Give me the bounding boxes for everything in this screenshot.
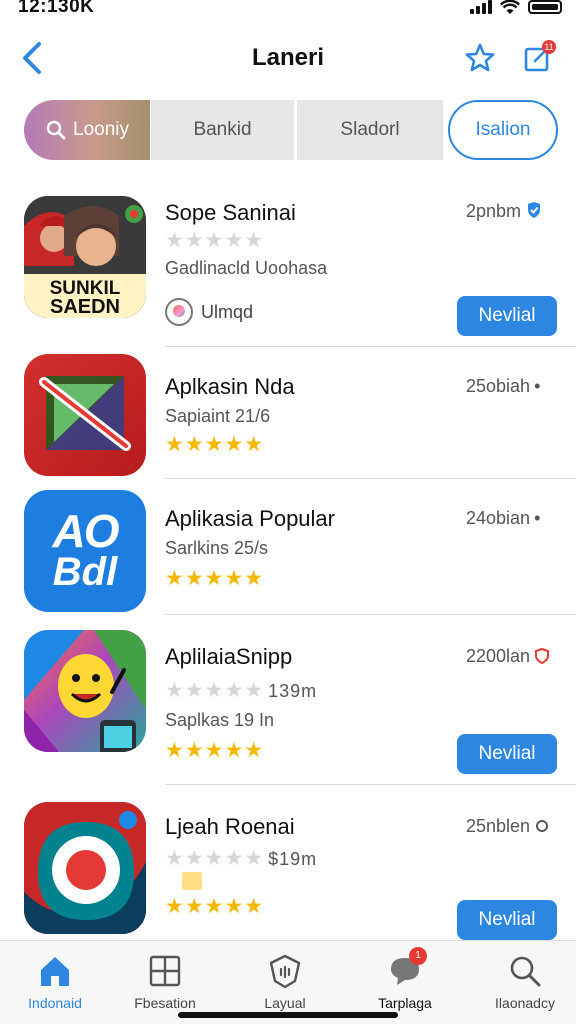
- install-button[interactable]: Nevlial: [457, 900, 557, 940]
- divider: [165, 614, 576, 615]
- star-rating: ★★★★★ $19m: [165, 847, 318, 870]
- list-item[interactable]: SUNKIL SAEDN Sope Saninai 2pnbm ★★★★★ Ga…: [0, 194, 576, 347]
- app-icon-artwork: [24, 630, 146, 752]
- app-subtitle: Sapiaint 21/6: [165, 406, 271, 426]
- status-time: 12:130K: [18, 0, 95, 17]
- app-subtitle: Saplkas 19 In: [165, 710, 275, 730]
- nav-label: Fbesation: [134, 995, 196, 1011]
- app-subtitle: Sarlkins 25/s: [165, 538, 269, 558]
- favorite-button[interactable]: [460, 38, 500, 78]
- app-icon-artwork: [24, 802, 146, 934]
- star-rating: ★★★★★: [165, 229, 265, 252]
- app-meta-text: 2pnbm: [466, 201, 522, 221]
- developer-avatar: [165, 298, 193, 326]
- divider: [165, 478, 576, 479]
- app-icon: AO Bdl: [24, 490, 146, 612]
- app-name: Ljeah Roenai: [165, 814, 295, 839]
- star-rating: ★★★★★ 139m: [165, 679, 318, 702]
- verified-icon: [528, 202, 541, 218]
- star-rating: ★★★★★: [165, 567, 265, 590]
- nav-label: Tarplaga: [378, 995, 432, 1011]
- nav-badge: 1: [409, 947, 427, 965]
- app-icon: [24, 802, 146, 934]
- divider: [165, 346, 576, 347]
- star-rating: ★★★★★: [165, 739, 265, 762]
- dot-icon: •: [534, 508, 541, 528]
- app-meta-text: 25obiah: [466, 376, 531, 396]
- app-meta-text: 2200lan: [466, 646, 531, 666]
- nav-item-home[interactable]: Indonaid: [0, 949, 110, 1019]
- status-icons: [470, 0, 562, 16]
- app-icon: [24, 354, 146, 476]
- nav-item-search[interactable]: Ilaonadcy: [470, 949, 576, 1019]
- wifi-icon: [500, 0, 520, 14]
- circle-icon: [536, 820, 549, 832]
- tab-bankid[interactable]: Bankid: [150, 100, 294, 160]
- app-price: $19m: [268, 849, 318, 869]
- app-meta: 2pnbm: [466, 201, 542, 222]
- nav-item-browse[interactable]: Fbesation: [110, 949, 220, 1019]
- app-name: Sope Saninai: [165, 200, 296, 225]
- app-meta: 2200lan: [466, 646, 550, 667]
- install-button[interactable]: Nevlial: [457, 296, 557, 336]
- chat-icon-wrap: 1: [387, 947, 427, 989]
- tab-isalion[interactable]: Isalion: [448, 100, 558, 160]
- search-icon: [46, 120, 66, 140]
- shield-badge-icon: [535, 647, 550, 665]
- list-item[interactable]: AplilaiaSnipp 2200lan ★★★★★ 139m Saplkas …: [0, 628, 576, 786]
- app-icon: [24, 630, 146, 752]
- segment-tabs: Looniy Bankid Sladorl Isalion: [24, 100, 558, 162]
- star-rating: ★★★★★: [165, 895, 265, 918]
- list-item[interactable]: Ljeah Roenai 25nblen ★★★★★ $19m ★★★★★ Nev…: [0, 800, 576, 940]
- yellow-tag-icon: [182, 872, 202, 890]
- divider: [165, 784, 576, 785]
- tab-looniy[interactable]: Looniy: [24, 100, 150, 160]
- nav-label: Layual: [264, 995, 306, 1011]
- nav-label: Ilaonadcy: [495, 995, 555, 1011]
- tab-label: Sladorl: [340, 119, 400, 140]
- app-meta-text: 24obian: [466, 508, 531, 528]
- signal-icon: [470, 0, 492, 14]
- app-subtitle: Gadlinacld Uoohasa: [165, 258, 328, 278]
- search-icon: [510, 956, 541, 987]
- nav-item-messages[interactable]: 1 Tarplaga: [350, 947, 460, 1019]
- app-name: AplilaiaSnipp: [165, 644, 293, 669]
- app-icon-artwork: [39, 376, 131, 451]
- star-outline-icon: [465, 43, 495, 72]
- app-price: 139m: [268, 681, 318, 701]
- app-icon-text-2: Bdl: [52, 550, 118, 594]
- tab-sladorl[interactable]: Sladorl: [297, 100, 443, 160]
- star-rating: ★★★★★: [165, 433, 265, 456]
- app-meta: 24obian •: [466, 508, 540, 529]
- home-icon: [41, 957, 69, 986]
- tab-label: Isalion: [475, 119, 531, 140]
- status-bar: 12:130K: [0, 0, 576, 18]
- tab-label: Bankid: [193, 119, 252, 140]
- header: Laneri 11: [0, 30, 576, 86]
- shield-icon: [269, 954, 301, 989]
- app-icon: SUNKIL SAEDN: [24, 196, 146, 318]
- battery-icon: [528, 0, 562, 14]
- app-icon-text-2: SAEDN: [49, 296, 120, 318]
- list-item[interactable]: Aplkasin Nda 25obiah • Sapiaint 21/6 ★★★★…: [0, 354, 576, 480]
- grid-icon: [149, 955, 181, 987]
- tab-label: Looniy: [73, 119, 129, 140]
- developer-name: Ulmqd: [201, 301, 254, 322]
- edit-badge: 11: [542, 40, 556, 54]
- home-indicator: [178, 1012, 398, 1018]
- app-meta-text: 25nblen: [466, 816, 531, 836]
- app-meta: 25obiah •: [466, 376, 540, 397]
- developer-row: Ulmqd: [165, 298, 253, 326]
- nav-item-security[interactable]: Layual: [230, 949, 340, 1019]
- edit-button[interactable]: 11: [518, 38, 558, 78]
- list-item[interactable]: AO Bdl Aplikasia Popular 24obian • Sarlki…: [0, 488, 576, 616]
- app-meta: 25nblen: [466, 816, 549, 837]
- app-name: Aplkasin Nda: [165, 374, 295, 399]
- app-name: Aplikasia Popular: [165, 506, 335, 531]
- nav-label: Indonaid: [28, 995, 82, 1011]
- dot-icon: •: [534, 376, 541, 396]
- install-button[interactable]: Nevlial: [457, 734, 557, 774]
